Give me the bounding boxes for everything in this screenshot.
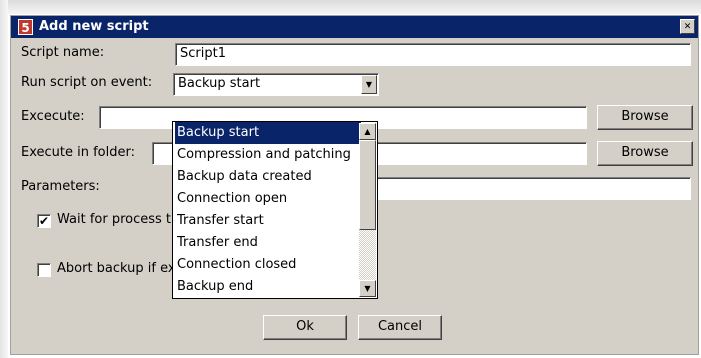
dropdown-option[interactable]: Backup end [175, 276, 361, 298]
dropdown-option[interactable]: Compression and patching [175, 144, 361, 166]
run-on-event-select[interactable]: Backup start ▼ [173, 73, 379, 96]
folder-browse-button[interactable]: Browse [597, 141, 693, 166]
scroll-down-icon[interactable]: ▼ [359, 280, 376, 297]
app-icon: 5 [18, 19, 33, 35]
parameters-label: Parameters: [21, 179, 100, 194]
chevron-down-icon[interactable]: ▼ [361, 75, 377, 94]
dropdown-option[interactable]: Connection closed [175, 254, 361, 276]
run-on-event-value: Backup start [178, 76, 261, 91]
abort-checkbox[interactable] [37, 263, 51, 277]
ok-button[interactable]: Ok [263, 315, 347, 340]
dropdown-option[interactable]: Transfer end [175, 232, 361, 254]
dropdown-option[interactable]: Backup data created [175, 166, 361, 188]
event-dropdown-list: Backup start Compression and patching Ba… [172, 121, 378, 299]
execute-browse-button[interactable]: Browse [597, 105, 693, 130]
cancel-button[interactable]: Cancel [358, 315, 442, 340]
script-name-label: Script name: [21, 45, 105, 60]
script-name-input[interactable]: Script1 [175, 43, 691, 66]
dropdown-scrollbar[interactable]: ▲ ▼ [359, 123, 376, 297]
dropdown-option[interactable]: Connection open [175, 188, 361, 210]
background-edge [0, 0, 8, 358]
title-bar[interactable]: 5 Add new script ✕ [11, 16, 698, 38]
run-on-event-label: Run script on event: [21, 75, 153, 90]
wait-label: Wait for process t [57, 212, 172, 227]
abort-label: Abort backup if ex [57, 261, 176, 276]
dropdown-option[interactable]: Transfer start [175, 210, 361, 232]
scroll-up-icon[interactable]: ▲ [359, 123, 376, 140]
background-shadow [0, 0, 701, 14]
close-icon: ✕ [684, 19, 691, 32]
folder-label: Execute in folder: [21, 145, 135, 160]
wait-checkbox[interactable]: ✔ [37, 214, 51, 228]
execute-label: Excecute: [21, 109, 85, 124]
dropdown-option[interactable]: Backup start [175, 122, 361, 144]
close-button[interactable]: ✕ [680, 19, 695, 34]
dialog-title: Add new script [39, 19, 149, 34]
scroll-thumb[interactable] [359, 140, 376, 230]
